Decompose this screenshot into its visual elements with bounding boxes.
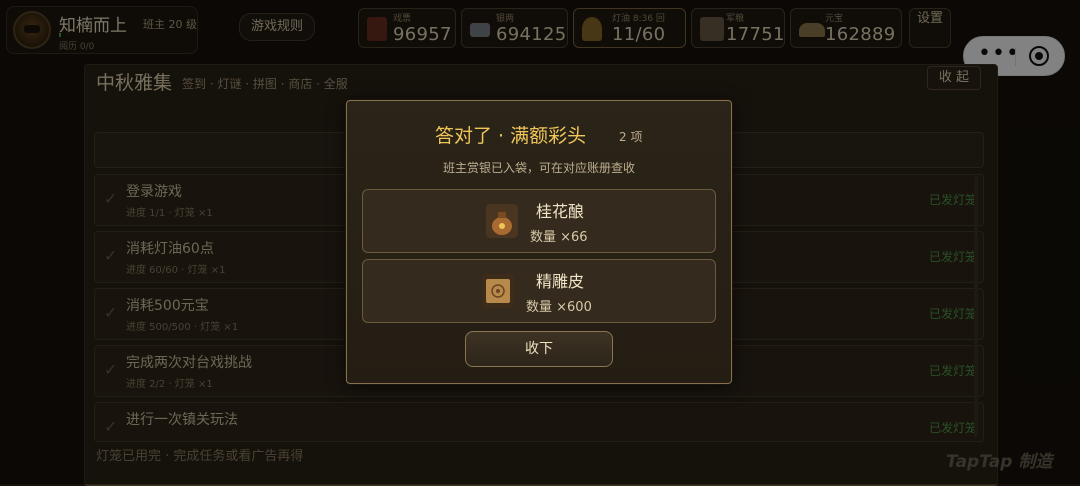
reward-item: 桂花酿 数量 ×66 bbox=[362, 189, 716, 253]
dialog-title: 答对了 · 满额彩头 bbox=[435, 125, 587, 147]
reward-name: 桂花酿 bbox=[536, 202, 585, 221]
reward-quantity: 数量 ×600 bbox=[526, 300, 592, 315]
dialog-subtitle: 班主赏银已入袋，可在对应账册查收 bbox=[442, 161, 635, 175]
reward-count: 2 项 bbox=[619, 130, 643, 144]
reward-quantity: 数量 ×66 bbox=[530, 230, 588, 245]
reward-name: 精雕皮 bbox=[536, 272, 585, 291]
osmanthus-wine-icon bbox=[486, 204, 518, 238]
reward-item: 精雕皮 数量 ×600 bbox=[362, 259, 716, 323]
collect-button[interactable]: 收下 bbox=[465, 331, 613, 367]
carved-leather-icon bbox=[482, 274, 514, 308]
reward-dialog: 答对了 · 满额彩头 2 项 班主赏银已入袋，可在对应账册查收 桂花酿 数量 ×… bbox=[346, 100, 732, 384]
